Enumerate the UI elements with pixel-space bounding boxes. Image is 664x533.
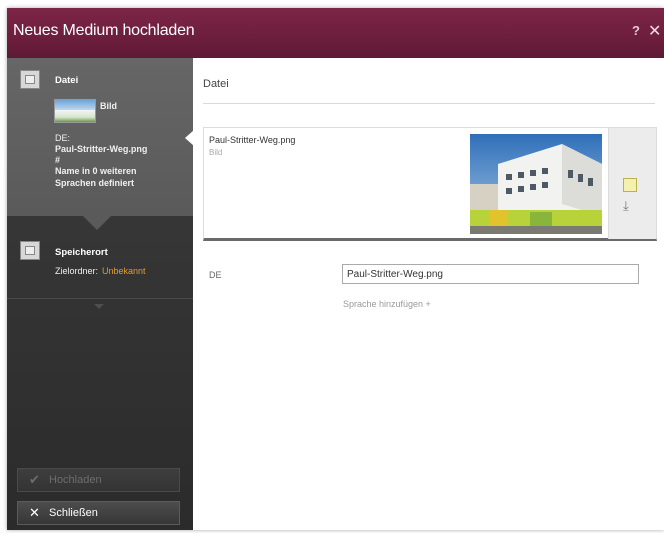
upload-button-label: Hochladen (49, 474, 102, 486)
section-title: Datei (203, 78, 229, 90)
file-preview-image (470, 134, 602, 234)
step-location-notch (94, 304, 104, 309)
upload-dialog: Neues Medium hochladen ? ✕ Datei Bild DE… (7, 8, 664, 530)
file-lang-label: DE: (55, 133, 71, 143)
upload-icon[interactable]: ⤓ (623, 198, 629, 214)
main-panel: Datei Paul-Stritter-Weg.png Bild ⤓ DE Pa… (193, 58, 664, 530)
add-language-link[interactable]: Sprache hinzufügen + (343, 299, 431, 309)
section-divider (203, 103, 655, 104)
folder-icon (20, 241, 40, 260)
thumb-type-label: Bild (100, 101, 117, 111)
step-file[interactable]: Datei Bild DE: Paul-Stritter-Weg.png # N… (7, 58, 193, 216)
close-button-label: Schließen (49, 507, 98, 519)
dialog-title: Neues Medium hochladen (13, 22, 195, 39)
language-label: DE (209, 270, 222, 280)
help-icon[interactable]: ? (632, 23, 640, 38)
steps-sidebar: Datei Bild DE: Paul-Stritter-Weg.png # N… (7, 58, 194, 530)
upload-button[interactable]: ✔ Hochladen (17, 468, 180, 492)
edit-icon[interactable] (623, 178, 637, 192)
sidebar-divider (7, 298, 193, 299)
file-icon (20, 70, 40, 89)
step-location-title[interactable]: Speicherort (55, 247, 108, 258)
close-button[interactable]: ✕ Schließen (17, 501, 180, 525)
image-thumbnail (54, 99, 96, 123)
dialog-titlebar: Neues Medium hochladen ? ✕ (7, 8, 664, 58)
file-name-note: Name in 0 weiteren Sprachen definiert (55, 166, 137, 188)
file-name-label: Paul-Stritter-Weg.png (55, 144, 148, 154)
file-actions: ⤓ (608, 128, 656, 239)
file-hash-label: # (55, 155, 61, 165)
file-name: Paul-Stritter-Weg.png (209, 135, 296, 145)
target-folder-label: Zielordner: (55, 266, 99, 276)
file-name-input[interactable] (342, 264, 639, 284)
step-active-notch (83, 216, 111, 230)
target-folder-value: Unbekannt (102, 266, 146, 276)
check-icon: ✔ (29, 472, 40, 487)
step-file-title: Datei (55, 75, 79, 86)
file-type: Bild (209, 148, 223, 157)
close-icon[interactable]: ✕ (648, 21, 661, 41)
close-icon: ✕ (29, 505, 40, 520)
file-preview-box: Paul-Stritter-Weg.png Bild ⤓ (203, 127, 657, 241)
